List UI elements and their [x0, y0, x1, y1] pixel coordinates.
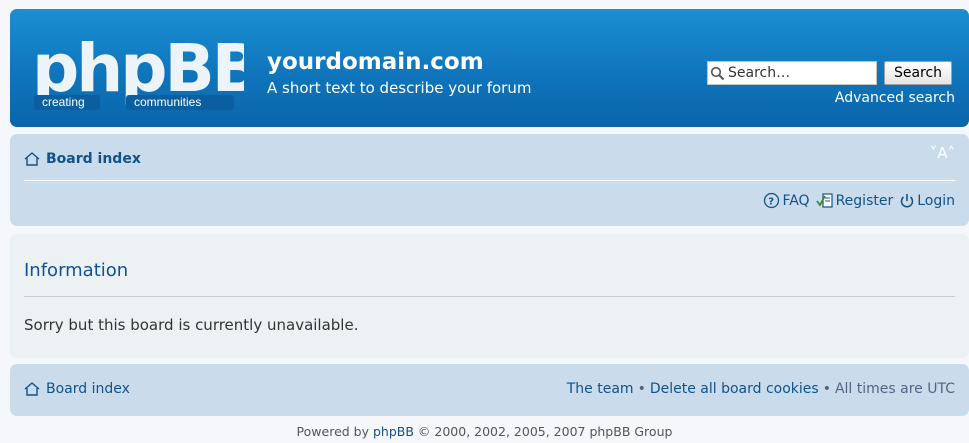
home-icon [24, 382, 40, 396]
copyright: Powered by phpBB © 2000, 2002, 2005, 200… [0, 424, 969, 439]
information-panel: Information Sorry but this board is curr… [10, 234, 969, 358]
register-link[interactable]: Register [815, 192, 894, 209]
phpbb-logo[interactable]: phpBB creating communities [30, 29, 262, 113]
navbar: Board index ˅A˄ ? FAQ Register Login [10, 134, 969, 226]
the-team-link[interactable]: The team [567, 381, 634, 397]
timezone-text: All times are UTC [834, 381, 955, 397]
board-index-label: Board index [46, 151, 141, 167]
footer-board-index-link[interactable]: Board index [24, 381, 130, 397]
copyright-suffix: © 2000, 2002, 2005, 2007 phpBB Group [417, 424, 673, 439]
login-icon [901, 194, 914, 208]
site-title[interactable]: yourdomain.com [267, 49, 484, 75]
search-icon [710, 66, 725, 80]
faq-link[interactable]: ? FAQ [763, 192, 810, 209]
home-icon [24, 152, 40, 166]
login-link[interactable]: Login [899, 192, 955, 209]
information-message: Sorry but this board is currently unavai… [24, 316, 359, 334]
logo-tagline-right: communities [134, 95, 202, 109]
faq-icon: ? [764, 192, 780, 209]
footer-links: The team • Delete all board cookies • All ti… [567, 381, 955, 397]
information-title: Information [24, 260, 129, 281]
phpbb-link[interactable]: phpBB [373, 424, 414, 439]
board-index-link[interactable]: Board index [24, 151, 141, 167]
footer-board-index-label: Board index [46, 381, 130, 397]
login-label: Login [917, 192, 955, 209]
search-input[interactable] [725, 63, 865, 83]
font-size-control[interactable]: ˅A˄ [930, 144, 955, 162]
information-divider [24, 296, 955, 297]
delete-cookies-link[interactable]: Delete all board cookies [650, 381, 819, 397]
logo-tagline-left: creating [42, 95, 85, 109]
search-box[interactable] [707, 61, 877, 85]
faq-label: FAQ [782, 192, 810, 209]
search-button[interactable]: Search [884, 61, 952, 85]
separator: • [637, 381, 646, 397]
separator: • [822, 381, 831, 397]
advanced-search-link[interactable]: Advanced search [835, 90, 955, 106]
site-description: A short text to describe your forum [267, 79, 532, 97]
site-header: phpBB creating communities yourdomain.co… [10, 9, 969, 127]
navbar-links: ? FAQ Register Login [757, 192, 955, 209]
register-label: Register [835, 192, 894, 209]
navbar-top-row: Board index ˅A˄ [24, 134, 955, 181]
register-icon [815, 193, 833, 208]
svg-text:?: ? [769, 196, 775, 207]
copyright-prefix: Powered by [296, 424, 369, 439]
footer-navbar: Board index The team • Delete all board co… [10, 364, 969, 416]
